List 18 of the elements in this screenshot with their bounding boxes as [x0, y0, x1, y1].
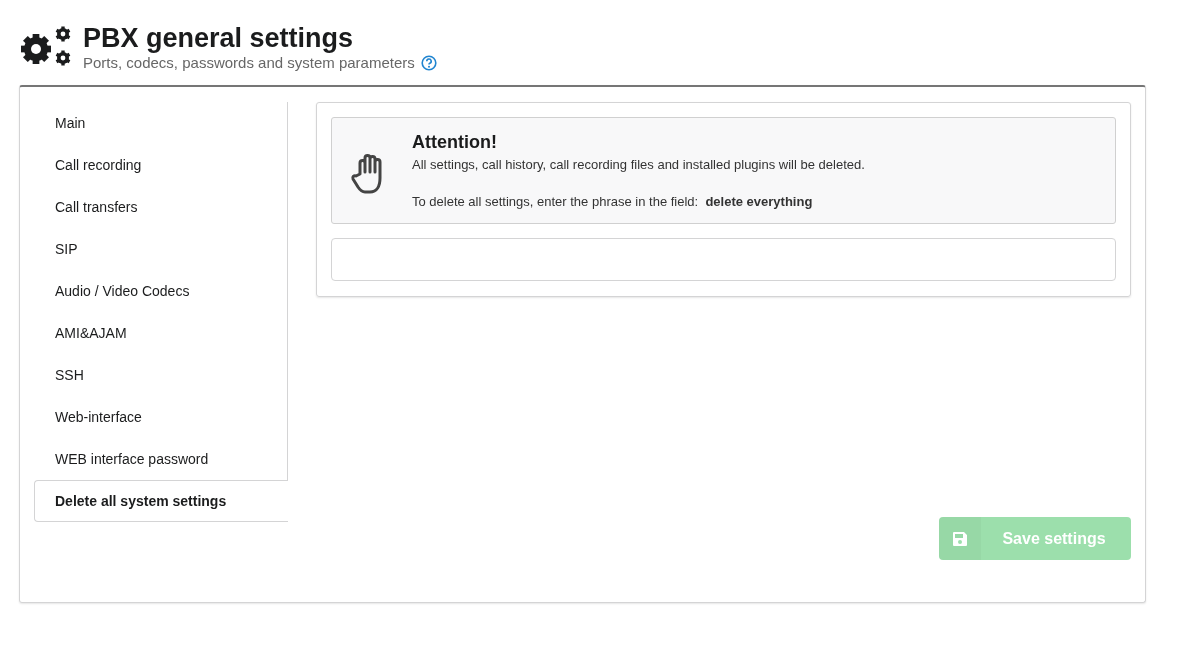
- sidebar-item[interactable]: SSH: [34, 354, 287, 396]
- sidebar-item[interactable]: Web-interface: [34, 396, 287, 438]
- sidebar-item[interactable]: Call recording: [34, 144, 287, 186]
- help-icon[interactable]: [420, 54, 437, 71]
- sidebar-item[interactable]: WEB interface password: [34, 438, 287, 480]
- sidebar-item[interactable]: AMI&AJAM: [34, 312, 287, 354]
- page-title: PBX general settings: [83, 22, 355, 54]
- sidebar-item[interactable]: Call transfers: [34, 186, 287, 228]
- sidebar-item[interactable]: Audio / Video Codecs: [34, 270, 287, 312]
- sidebar-item[interactable]: Main: [34, 102, 287, 144]
- confirm-phrase-field[interactable]: [331, 238, 1116, 281]
- warning-text: All settings, call history, call recording files and installed plugins will be deleted.: [412, 157, 865, 172]
- page-subtitle: Ports, codecs, passwords and system parameters: [83, 54, 415, 71]
- instruction-text: To delete all settings, enter the phrase in the field: delete everything: [412, 194, 814, 209]
- sidebar-item[interactable]: SIP: [34, 228, 287, 270]
- warning-title: Attention!: [412, 132, 498, 153]
- gears-icon: [19, 24, 73, 69]
- sidebar-item[interactable]: Delete all system settings: [34, 480, 288, 522]
